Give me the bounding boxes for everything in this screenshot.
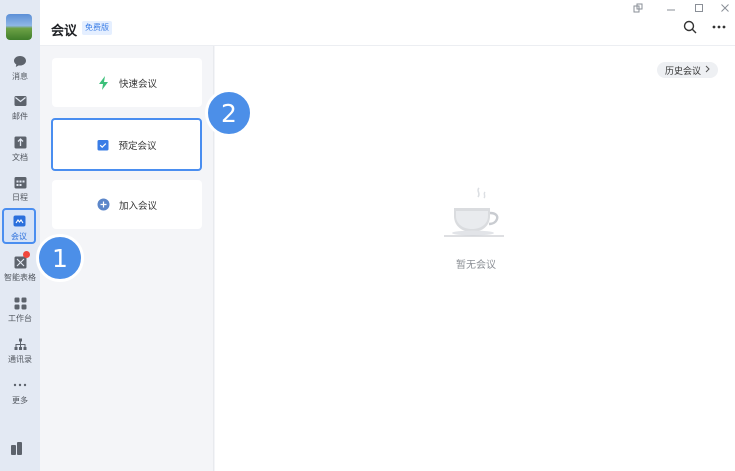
rail-item-contacts[interactable]: 通讯录 — [2, 333, 38, 369]
maximize-icon[interactable] — [694, 3, 704, 16]
rail-item-smart-sheet[interactable]: 智能表格 — [2, 251, 38, 287]
mail-icon — [12, 93, 28, 109]
rail-item-mail[interactable]: 邮件 — [2, 90, 38, 126]
document-icon — [12, 134, 28, 150]
rail-label: 邮件 — [12, 112, 28, 121]
empty-state: 暂无会议 — [441, 186, 511, 271]
lightning-icon — [97, 75, 111, 90]
join-meeting-button[interactable]: 加入会议 — [52, 180, 202, 229]
rail-label: 智能表格 — [4, 273, 36, 282]
main-content: 历史会议 暂无会议 — [215, 46, 735, 471]
quick-meeting-button[interactable]: 快速会议 — [52, 58, 202, 107]
history-meetings-button[interactable]: 历史会议 — [656, 62, 718, 78]
more-options-icon[interactable] — [710, 18, 728, 36]
bar-chart-icon[interactable] — [10, 440, 28, 456]
step-marker-2: 2 — [205, 89, 253, 137]
rail-label: 会议 — [11, 232, 27, 241]
empty-state-text: 暂无会议 — [456, 260, 496, 271]
schedule-meeting-label: 预定会议 — [118, 140, 157, 152]
coffee-cup-icon — [442, 186, 510, 248]
chat-bubble-icon — [12, 53, 28, 69]
minimize-icon[interactable] — [666, 3, 676, 16]
rail-label: 日程 — [12, 193, 28, 202]
history-meetings-label: 历史会议 — [664, 66, 701, 77]
workbench-icon — [12, 295, 28, 311]
step-marker-1: 1 — [36, 234, 84, 282]
search-icon[interactable] — [681, 18, 699, 36]
user-avatar[interactable] — [6, 14, 32, 40]
rail-item-docs[interactable]: 文档 — [2, 131, 38, 167]
join-meeting-label: 加入会议 — [118, 200, 157, 212]
plus-circle-icon — [97, 198, 111, 212]
rail-label: 文档 — [12, 153, 28, 162]
meeting-icon — [11, 213, 27, 229]
rail-item-more[interactable]: 更多 — [2, 374, 38, 410]
rail-label: 工作台 — [8, 314, 32, 323]
rail-item-meeting[interactable]: 会议 — [2, 208, 36, 244]
more-dots-icon — [12, 377, 28, 393]
top-header: 会议 免费版 — [40, 0, 735, 46]
left-rail: 消息 邮件 文档 日程 会议 智能表格 工作台 通讯录 更多 — [0, 0, 40, 471]
rail-label: 通讯录 — [8, 355, 32, 364]
chevron-right-icon — [705, 65, 710, 76]
notification-dot — [23, 251, 30, 258]
contacts-icon — [12, 336, 28, 352]
rail-label: 消息 — [12, 72, 28, 81]
rail-label: 更多 — [12, 396, 28, 405]
calendar-icon — [12, 174, 28, 190]
rail-item-messages[interactable]: 消息 — [2, 50, 38, 86]
pin-window-icon[interactable] — [633, 3, 643, 16]
schedule-meeting-button[interactable]: 预定会议 — [51, 118, 202, 171]
page-title: 会议 — [51, 24, 78, 39]
edition-badge: 免费版 — [82, 21, 112, 35]
quick-meeting-label: 快速会议 — [118, 78, 157, 90]
calendar-check-icon — [96, 138, 110, 152]
rail-item-calendar[interactable]: 日程 — [2, 171, 38, 207]
close-icon[interactable] — [720, 3, 730, 16]
rail-item-workbench[interactable]: 工作台 — [2, 292, 38, 328]
